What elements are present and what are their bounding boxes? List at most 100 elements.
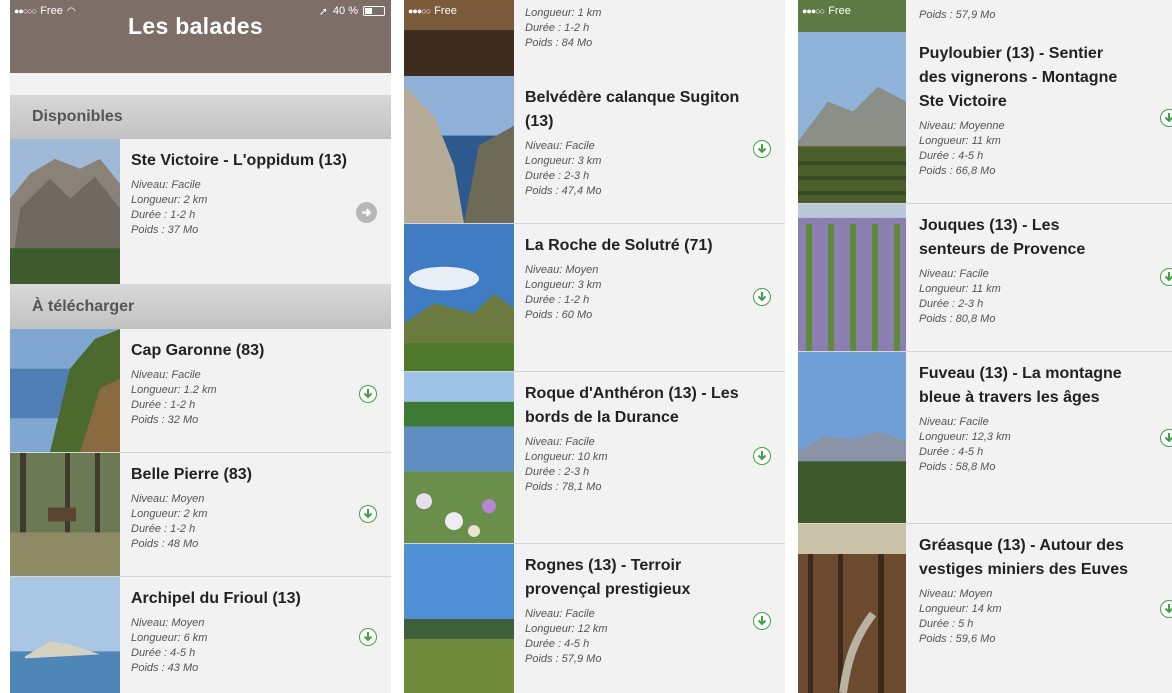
thumbnail-image — [404, 224, 514, 371]
list-item[interactable]: Archipel du Frioul (13) Niveau: Moyen Lo… — [10, 577, 391, 693]
item-longueur: Longueur: 12,3 km — [919, 431, 1011, 443]
download-arrow-icon[interactable] — [753, 288, 771, 306]
item-duree: Durée : 2-3 h — [525, 466, 590, 478]
item-title: Fuveau (13) - La montagne bleue à traver… — [919, 365, 1122, 406]
item-duree: Durée : 1-2 h — [525, 294, 590, 306]
item-longueur: Longueur: 2 km — [131, 194, 208, 206]
list-item[interactable]: Ste Victoire - L'oppidum (13) Niveau: Fa… — [10, 139, 391, 285]
item-duree: Durée : 2-3 h — [525, 170, 590, 182]
list-item[interactable]: Rognes (13) - Terroir provençal prestigi… — [404, 544, 785, 693]
download-arrow-icon[interactable] — [1160, 600, 1172, 618]
item-niveau: Niveau: Moyen — [131, 493, 205, 505]
location-arrow-icon: ➚ — [318, 5, 328, 18]
item-title: Roque d'Anthéron (13) - Les bords de la … — [525, 385, 739, 426]
item-poids: Poids : 80,8 Mo — [919, 313, 996, 325]
thumbnail-image — [798, 204, 906, 351]
thumbnail-image — [404, 544, 514, 693]
thumbnail-image — [10, 139, 120, 284]
signal-dots-icon: ●●●○○ — [802, 6, 825, 16]
download-arrow-icon[interactable] — [1160, 268, 1172, 286]
item-longueur: Longueur: 10 km — [525, 451, 608, 463]
item-poids: Poids : 47,4 Mo — [525, 185, 602, 197]
item-poids: Poids : 57,9 Mo — [525, 653, 602, 665]
download-arrow-icon[interactable] — [359, 628, 377, 646]
item-duree: Durée : 2-3 h — [919, 298, 984, 310]
download-arrow-icon[interactable] — [1160, 429, 1172, 447]
download-arrow-icon[interactable] — [359, 385, 377, 403]
arrow-right-circle-icon[interactable] — [356, 202, 377, 223]
download-arrow-icon[interactable] — [753, 447, 771, 465]
item-niveau: Niveau: Facile — [131, 369, 201, 381]
battery-icon — [363, 6, 385, 16]
item-duree: Durée : 4-5 h — [919, 446, 984, 458]
item-poids: Poids : 57,9 Mo — [919, 9, 996, 21]
item-niveau: Niveau: Moyen — [919, 588, 993, 600]
item-duree: Durée : 1-2 h — [131, 209, 196, 221]
item-poids: Poids : 43 Mo — [131, 662, 199, 674]
screen-balades-list-scrolled-further: ●●●○○ Free Poids : 57,9 Mo Puyloubier (1… — [798, 0, 1172, 693]
list-item[interactable]: Gréasque (13) - Autour des vestiges mini… — [798, 524, 1172, 693]
download-arrow-icon[interactable] — [1160, 109, 1172, 127]
item-longueur: Longueur: 6 km — [131, 632, 208, 644]
item-title: Jouques (13) - Les senteurs de Provence — [919, 217, 1086, 258]
list-item[interactable]: La Roche de Solutré (71) Niveau: Moyen L… — [404, 224, 785, 372]
item-niveau: Niveau: Moyen — [131, 617, 205, 629]
item-poids: Poids : 58,8 Mo — [919, 461, 996, 473]
item-title: Gréasque (13) - Autour des vestiges mini… — [919, 537, 1128, 578]
list-item[interactable]: Cap Garonne (83) Niveau: Facile Longueur… — [10, 329, 391, 453]
list-item[interactable]: Roque d'Anthéron (13) - Les bords de la … — [404, 372, 785, 544]
list-item[interactable]: Fuveau (13) - La montagne bleue à traver… — [798, 352, 1172, 524]
item-title: La Roche de Solutré (71) — [525, 237, 713, 254]
item-poids: Poids : 66,8 Mo — [919, 165, 996, 177]
item-poids: Poids : 78,1 Mo — [525, 481, 602, 493]
navigation-bar: ●●○○○ Free ◠ ➚ 40 % Les balades — [10, 0, 391, 73]
thumbnail-image — [798, 524, 906, 693]
item-longueur: Longueur: 14 km — [919, 603, 1002, 615]
item-longueur: Longueur: 2 km — [131, 508, 208, 520]
section-header-disponibles: Disponibles — [10, 95, 391, 139]
item-title: Belvédère calanque Sugiton (13) — [525, 89, 740, 130]
thumbnail-image — [404, 76, 514, 223]
item-longueur: Longueur: 3 km — [525, 279, 602, 291]
item-duree: Durée : 4-5 h — [919, 150, 984, 162]
download-arrow-icon[interactable] — [359, 505, 377, 523]
list-item[interactable]: Belvédère calanque Sugiton (13) Niveau: … — [404, 76, 785, 224]
list-item[interactable]: Puyloubier (13) - Sentier des vignerons … — [798, 32, 1172, 204]
item-title: Puyloubier (13) - Sentier des vignerons … — [919, 45, 1118, 110]
item-niveau: Niveau: Facile — [919, 416, 989, 428]
item-duree: Durée : 1-2 h — [131, 523, 196, 535]
list-item-partial[interactable]: ●●●○○ Free Poids : 57,9 Mo — [798, 0, 1172, 33]
status-bar: ●●●○○ Free — [798, 0, 906, 22]
item-longueur: Longueur: 1 km — [525, 7, 602, 19]
list-item[interactable]: Jouques (13) - Les senteurs de Provence … — [798, 204, 1172, 352]
section-header-a-telecharger: À télécharger — [10, 285, 391, 329]
item-title: Archipel du Frioul (13) — [131, 590, 301, 607]
wifi-icon: ◠ — [66, 5, 76, 17]
item-niveau: Niveau: Moyen — [525, 264, 599, 276]
item-duree: Durée : 5 h — [919, 618, 974, 630]
item-title: Rognes (13) - Terroir provençal prestigi… — [525, 557, 691, 598]
item-longueur: Longueur: 11 km — [919, 135, 1001, 147]
item-niveau: Niveau: Facile — [919, 268, 989, 280]
carrier-name: Free — [828, 5, 851, 17]
screen-balades-list: ●●○○○ Free ◠ ➚ 40 % Les balades Disponib… — [10, 0, 391, 693]
item-longueur: Longueur: 1.2 km — [131, 384, 217, 396]
list-item[interactable]: Belle Pierre (83) Niveau: Moyen Longueur… — [10, 453, 391, 577]
item-niveau: Niveau: Facile — [525, 608, 595, 620]
download-arrow-icon[interactable] — [753, 140, 771, 158]
thumbnail-image — [10, 329, 120, 452]
item-niveau: Niveau: Facile — [525, 140, 595, 152]
thumbnail-image — [798, 32, 906, 203]
item-niveau: Niveau: Facile — [525, 436, 595, 448]
item-duree: Durée : 1-2 h — [525, 22, 590, 34]
item-poids: Poids : 32 Mo — [131, 414, 199, 426]
carrier-name: Free — [40, 5, 63, 17]
signal-dots-icon: ●●●○○ — [408, 6, 431, 16]
list-item-partial[interactable]: ●●●○○ Free Longueur: 1 km Durée : 1-2 h … — [404, 0, 785, 77]
item-duree: Durée : 4-5 h — [131, 647, 196, 659]
signal-dots-icon: ●●○○○ — [14, 6, 37, 16]
item-duree: Durée : 1-2 h — [131, 399, 196, 411]
download-arrow-icon[interactable] — [753, 612, 771, 630]
item-longueur: Longueur: 12 km — [525, 623, 608, 635]
item-title: Cap Garonne (83) — [131, 342, 265, 359]
